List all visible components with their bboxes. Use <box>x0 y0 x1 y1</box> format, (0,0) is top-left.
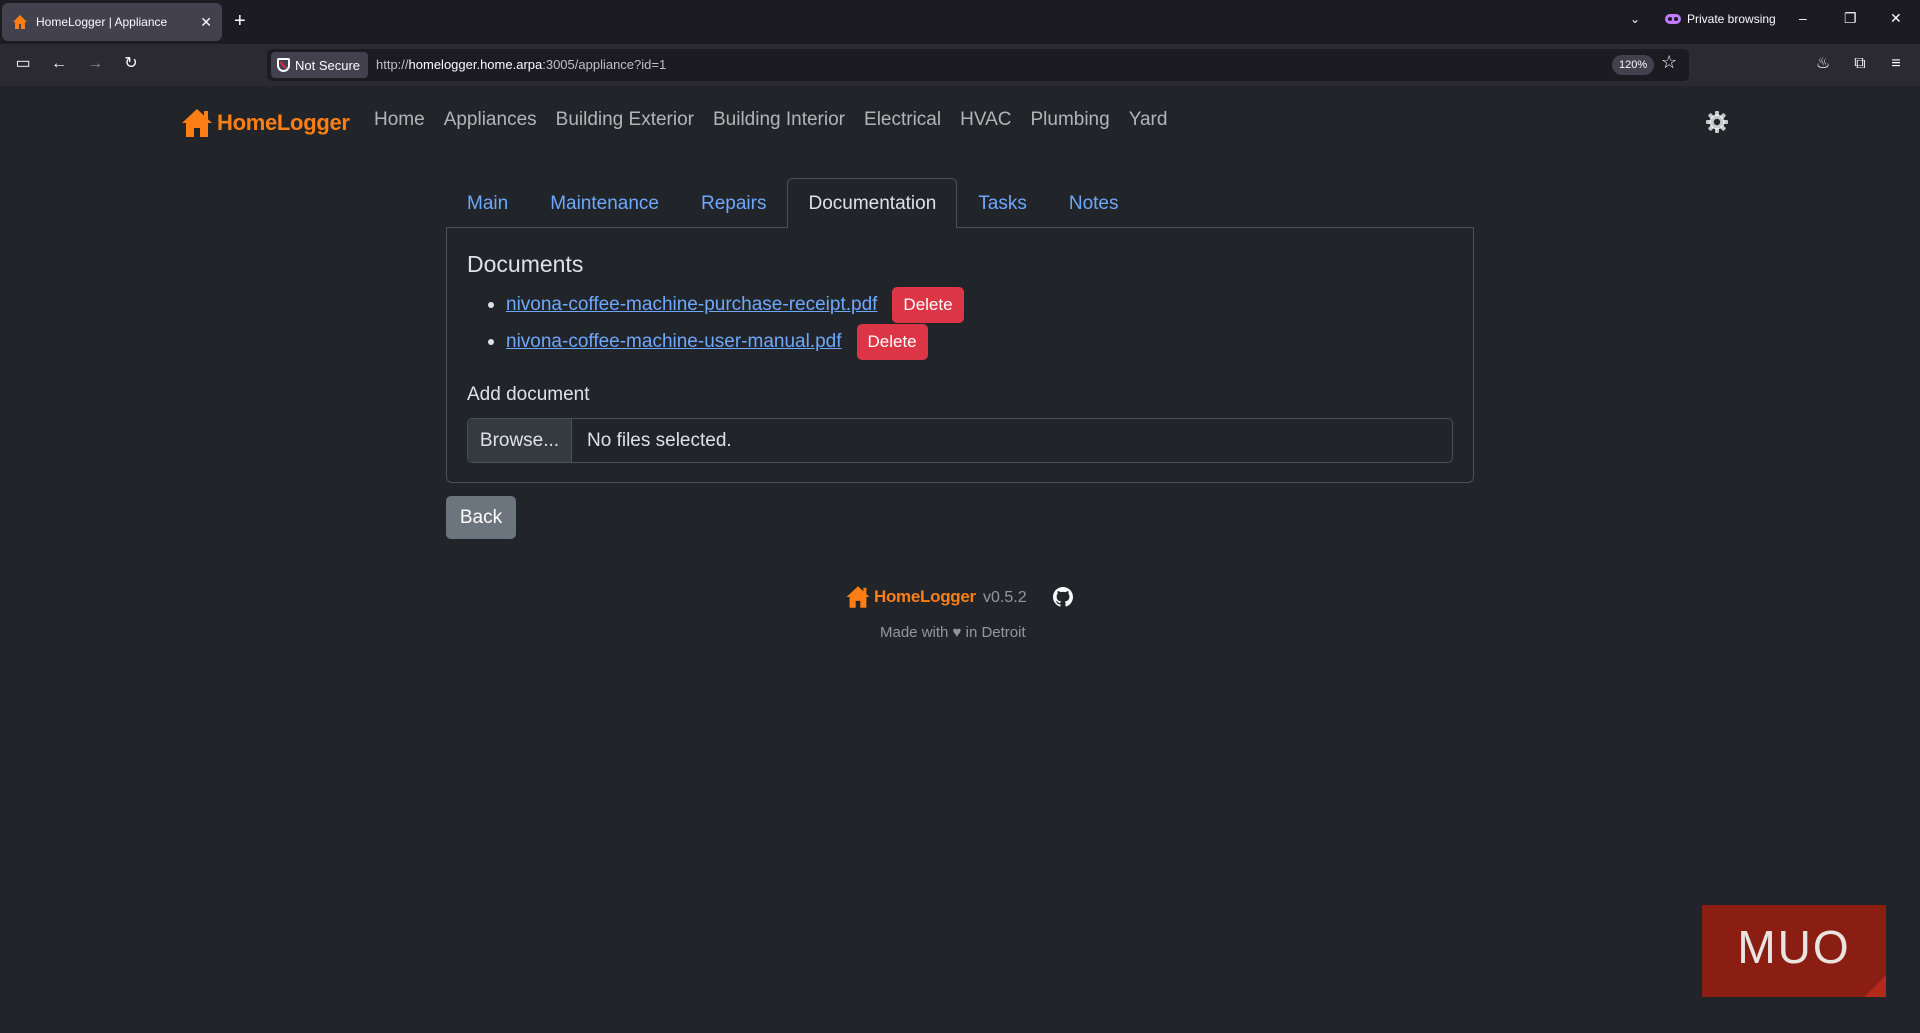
browser-tab-bar: HomeLogger | Appliance ✕ + ⌄ Private bro… <box>0 0 1920 44</box>
window-close-icon[interactable]: ✕ <box>1890 10 1902 27</box>
nav-yard[interactable]: Yard <box>1129 109 1168 131</box>
url-prefix: http:// <box>376 57 409 72</box>
brand-name: HomeLogger <box>217 110 350 135</box>
tab-maintenance[interactable]: Maintenance <box>529 178 680 228</box>
minimize-icon[interactable]: – <box>1799 10 1807 26</box>
nav-hvac[interactable]: HVAC <box>960 109 1011 131</box>
browse-button[interactable]: Browse... <box>468 419 572 462</box>
bullet <box>488 339 494 345</box>
url-path: :3005/appliance?id=1 <box>542 57 667 72</box>
security-indicator[interactable]: Not Secure <box>271 52 369 78</box>
back-arrow-icon[interactable]: ← <box>49 53 69 75</box>
add-document-label: Add document <box>467 384 590 405</box>
browser-tab[interactable]: HomeLogger | Appliance ✕ <box>2 3 222 41</box>
new-tab-button[interactable]: + <box>234 10 246 32</box>
settings-gear-icon[interactable] <box>1705 110 1729 134</box>
zoom-level[interactable]: 120% <box>1612 55 1655 75</box>
watermark-text: MUO <box>1737 921 1850 973</box>
document-link[interactable]: nivona-coffee-machine-purchase-receipt.p… <box>506 294 877 316</box>
url-host: homelogger.home.arpa <box>408 57 543 72</box>
footer-logo: HomeLogger <box>845 584 976 610</box>
private-browsing-indicator: Private browsing <box>1665 12 1776 26</box>
extensions-icon[interactable]: ⧉ <box>1850 53 1870 75</box>
nav-electrical[interactable]: Electrical <box>864 109 941 131</box>
private-browsing-label: Private browsing <box>1687 12 1776 26</box>
reload-icon[interactable]: ↻ <box>121 53 141 75</box>
restore-icon[interactable]: ❐ <box>1844 10 1857 27</box>
footer-brand-name: HomeLogger <box>874 587 976 606</box>
muo-watermark-logo: MUO <box>1702 905 1886 997</box>
tab-main[interactable]: Main <box>446 178 529 228</box>
list-item: nivona-coffee-machine-user-manual.pdf De… <box>488 324 928 360</box>
list-item: nivona-coffee-machine-purchase-receipt.p… <box>488 287 964 323</box>
close-tab-icon[interactable]: ✕ <box>200 14 212 31</box>
file-input[interactable]: Browse... No files selected. <box>467 418 1453 463</box>
url-text[interactable]: http://homelogger.home.arpa:3005/applian… <box>376 57 666 72</box>
bookmark-star-icon[interactable]: ☆ <box>1661 52 1677 73</box>
browser-tab-title: HomeLogger | Appliance <box>36 15 168 29</box>
shield-icon <box>277 58 290 72</box>
file-status-text: No files selected. <box>587 429 732 451</box>
nav-plumbing[interactable]: Plumbing <box>1030 109 1109 131</box>
back-button[interactable]: Back <box>446 496 516 539</box>
document-link[interactable]: nivona-coffee-machine-user-manual.pdf <box>506 331 842 353</box>
delete-document-button[interactable]: Delete <box>892 287 964 323</box>
firefox-view-icon[interactable]: ♨ <box>1813 53 1833 75</box>
appliance-tabs: Main Maintenance Repairs Documentation T… <box>446 178 1139 228</box>
made-with-text: Made with ♥ in Detroit <box>880 624 1026 641</box>
tab-notes[interactable]: Notes <box>1048 178 1140 228</box>
tab-documentation[interactable]: Documentation <box>787 178 958 228</box>
tab-repairs[interactable]: Repairs <box>680 178 787 228</box>
github-icon[interactable] <box>1053 587 1073 607</box>
documents-heading: Documents <box>467 251 584 277</box>
homelogger-favicon-icon <box>13 15 27 29</box>
nav-building-exterior[interactable]: Building Exterior <box>556 109 694 131</box>
house-logo-icon <box>182 109 212 137</box>
tab-tasks[interactable]: Tasks <box>957 178 1048 228</box>
forward-arrow-icon[interactable]: → <box>85 53 105 75</box>
main-nav: Home Appliances Building Exterior Buildi… <box>374 109 1186 131</box>
nav-appliances[interactable]: Appliances <box>444 109 537 131</box>
list-tabs-chevron-icon[interactable]: ⌄ <box>1630 12 1640 26</box>
security-label: Not Secure <box>295 57 361 73</box>
sidebar-toggle-icon[interactable]: ▭ <box>13 53 33 75</box>
delete-document-button[interactable]: Delete <box>856 324 928 360</box>
bullet <box>488 302 494 308</box>
nav-home[interactable]: Home <box>374 109 425 131</box>
version-label: v0.5.2 <box>983 589 1027 606</box>
private-mask-icon <box>1665 14 1681 24</box>
homelogger-logo[interactable]: HomeLogger <box>180 106 350 140</box>
house-logo-icon <box>846 586 870 608</box>
menu-hamburger-icon[interactable]: ≡ <box>1886 53 1906 75</box>
nav-building-interior[interactable]: Building Interior <box>713 109 845 131</box>
